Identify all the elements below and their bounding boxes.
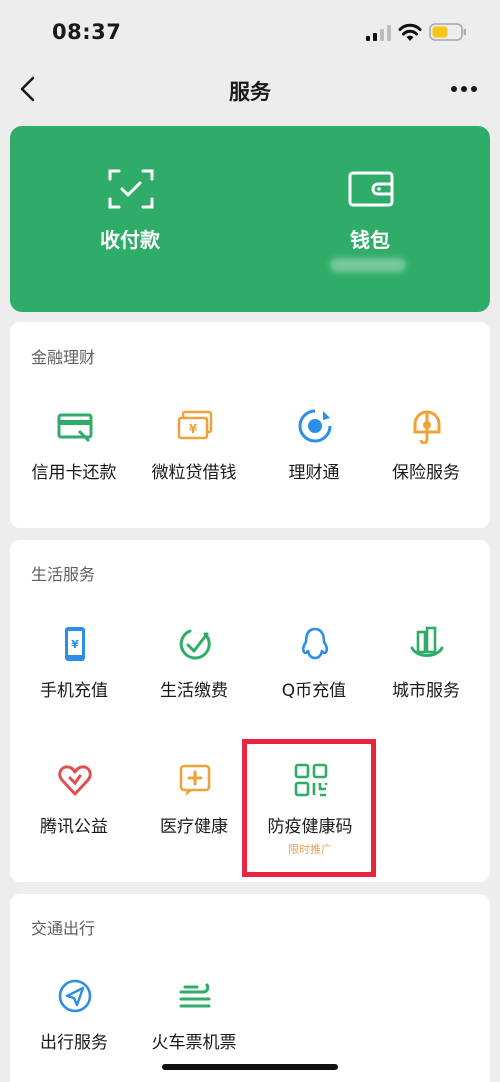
battery-icon — [429, 23, 466, 41]
wallet-label: 钱包 — [350, 228, 390, 252]
scan-pay-icon — [108, 169, 154, 209]
phone-recharge-label: 手机充值 — [40, 681, 108, 701]
insurance-label: 保险服务 — [392, 463, 460, 483]
pay-wallet-card: 收付款 钱包 — [10, 126, 490, 312]
cellular-signal-icon — [366, 25, 391, 41]
credit-card-icon — [57, 413, 93, 443]
page-title: 服务 — [229, 80, 271, 104]
phone-icon: ¥ — [65, 627, 85, 661]
wallet-balance-blurred — [330, 258, 406, 272]
credit-card-repay-item[interactable]: 信用卡还款 — [14, 408, 134, 518]
qcoin-recharge-label: Q币充值 — [281, 681, 347, 701]
wallet-button[interactable]: 钱包 — [250, 126, 490, 312]
phone-recharge-item[interactable]: ¥ 手机充值 — [14, 626, 134, 736]
receive-pay-button[interactable]: 收付款 — [10, 126, 250, 312]
insurance-item[interactable]: 保险服务 — [366, 408, 486, 518]
city-service-label: 城市服务 — [392, 681, 460, 701]
section-title-transport: 交通出行 — [31, 919, 96, 938]
home-indicator[interactable] — [162, 1064, 338, 1070]
insurance-icon — [413, 410, 441, 444]
medical-health-item[interactable]: 医疗健康 — [134, 762, 254, 872]
wifi-icon — [398, 23, 422, 41]
svg-text:¥: ¥ — [189, 422, 198, 436]
section-transport: 交通出行 出行服务 火车票机票 — [10, 894, 490, 1082]
charity-heart-icon — [58, 765, 92, 796]
medical-health-label: 医疗健康 — [160, 817, 228, 837]
section-finance: 金融理财 信用卡还款 ¥ 微粒贷借钱 理财通 保险服务 — [10, 322, 490, 528]
wallet-icon — [348, 171, 394, 207]
check-circle-icon — [179, 629, 211, 660]
tencent-charity-label: 腾讯公益 — [40, 817, 108, 837]
travel-service-item[interactable]: 出行服务 — [14, 978, 134, 1082]
weili-loan-item[interactable]: ¥ 微粒贷借钱 — [134, 408, 254, 518]
utility-bill-item[interactable]: 生活缴费 — [134, 626, 254, 736]
money-bill-icon: ¥ — [177, 410, 213, 440]
city-service-item[interactable]: 城市服务 — [366, 626, 486, 736]
qcoin-recharge-item[interactable]: Q币充值 — [254, 626, 374, 736]
train-icon — [179, 983, 211, 1008]
highlight-annotation-box — [242, 739, 376, 877]
medical-icon — [179, 764, 211, 796]
section-title-finance: 金融理财 — [31, 348, 96, 367]
train-flight-ticket-label: 火车票机票 — [151, 1033, 237, 1053]
licaitong-label: 理财通 — [288, 463, 340, 483]
licaitong-item[interactable]: 理财通 — [254, 408, 374, 518]
qq-penguin-icon — [301, 627, 329, 660]
status-bar: 08:37 — [0, 0, 500, 60]
svg-text:¥: ¥ — [71, 638, 79, 651]
receive-pay-label: 收付款 — [100, 228, 160, 252]
utility-bill-label: 生活缴费 — [160, 681, 228, 701]
navigation-bar: 服务 — [0, 62, 500, 118]
city-icon — [410, 626, 444, 657]
navigation-icon — [58, 979, 92, 1013]
status-time: 08:37 — [52, 20, 122, 44]
tencent-charity-item[interactable]: 腾讯公益 — [14, 762, 134, 872]
section-title-life: 生活服务 — [31, 565, 96, 584]
credit-card-repay-label: 信用卡还款 — [31, 463, 117, 483]
wealth-icon — [298, 409, 332, 443]
travel-service-label: 出行服务 — [40, 1033, 108, 1053]
weili-loan-label: 微粒贷借钱 — [151, 463, 237, 483]
more-options-icon[interactable] — [446, 76, 482, 102]
